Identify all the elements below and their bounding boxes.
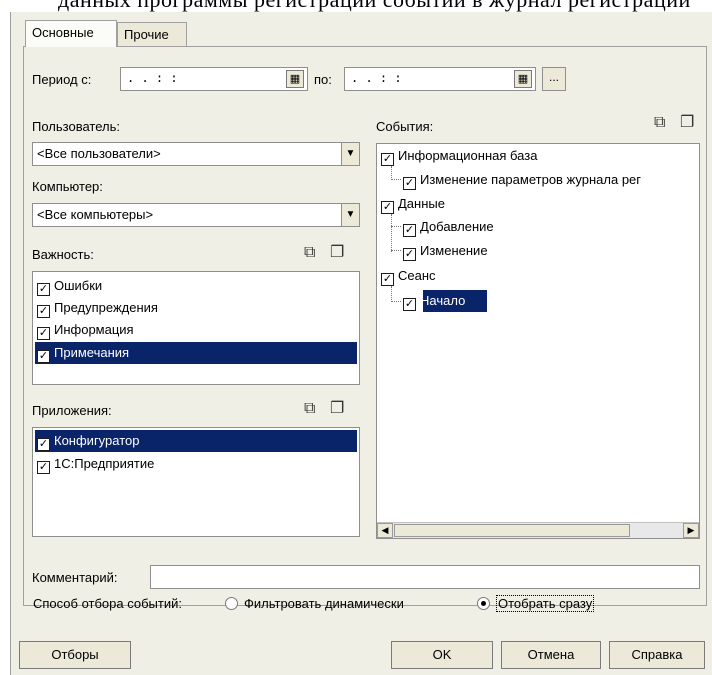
tree-connector [391, 214, 392, 252]
list-item[interactable]: ✓ Ошибки [37, 276, 102, 296]
list-item-label: Предупреждения [54, 300, 158, 315]
radio-label: Фильтровать динамически [244, 596, 404, 611]
list-item-selected[interactable]: ✓ Примечания [37, 343, 129, 363]
list-item-label: Ошибки [54, 278, 103, 293]
radio-filter-dynamic[interactable]: Фильтровать динамически [225, 596, 404, 611]
tab-panel-main: Период с: . . : : ▦ по: . . : : ▦ ... По… [23, 46, 707, 606]
period-from-label: Период с: [32, 72, 92, 87]
events-tree: ✓ Информационная база ✓ Изменение параметр… [376, 143, 700, 539]
tree-node-label: Добавление [420, 219, 494, 234]
calendar-icon[interactable]: ▦ [286, 70, 304, 88]
importance-label: Важность: [32, 247, 94, 262]
list-item-selected[interactable]: ✓ Конфигуратор [37, 431, 139, 451]
period-to-field[interactable]: . . : : [344, 67, 536, 91]
tree-connector [391, 226, 401, 227]
tree-connector [391, 179, 401, 180]
calendar-icon[interactable]: ▦ [514, 70, 532, 88]
radio-button[interactable] [477, 597, 490, 610]
tree-node-label: Изменение параметров журнала рег [420, 172, 642, 187]
checkbox[interactable]: ✓ [381, 201, 394, 214]
list-item[interactable]: ✓ 1С:Предприятие [37, 454, 154, 474]
radio-select-now[interactable]: Отобрать сразу [477, 595, 595, 612]
checkbox[interactable]: ✓ [381, 273, 394, 286]
list-item-label: Информация [54, 322, 134, 337]
checkbox[interactable]: ✓ [37, 283, 50, 296]
chevron-down-icon[interactable]: ▼ [341, 204, 359, 226]
scrollbar-thumb[interactable] [394, 524, 630, 537]
user-label: Пользователь: [32, 119, 120, 134]
checkbox[interactable]: ✓ [403, 177, 416, 190]
check-all-icon[interactable]: ⧉ [304, 245, 315, 261]
filters-button[interactable]: Отборы [19, 641, 131, 669]
computer-label: Компьютер: [32, 179, 103, 194]
period-to-label: по: [314, 72, 332, 87]
period-from-field[interactable]: . . : : [120, 67, 308, 91]
period-to-value: . . : : [351, 71, 402, 85]
tree-node-selected[interactable]: ✓ Начало [403, 291, 465, 311]
event-log-filter-dialog: Основные Прочие Период с: . . : : ▦ по: … [10, 12, 712, 675]
tree-node-label: Изменение [420, 243, 488, 258]
events-label: События: [376, 119, 434, 134]
checkbox[interactable]: ✓ [403, 248, 416, 261]
uncheck-all-icon[interactable]: ❐ [330, 401, 344, 417]
tree-node[interactable]: ✓ Данные [381, 194, 445, 214]
computer-select[interactable]: <Все компьютеры> ▼ [32, 203, 360, 227]
horizontal-scrollbar[interactable]: ◀ ▶ [377, 522, 699, 538]
tree-node[interactable]: ✓ Информационная база [381, 146, 537, 166]
checkbox[interactable]: ✓ [37, 461, 50, 474]
applications-label: Приложения: [32, 403, 112, 418]
tree-node[interactable]: ✓ Добавление [403, 217, 494, 237]
tree-node[interactable]: ✓ Изменение [403, 241, 488, 261]
checkbox[interactable]: ✓ [37, 305, 50, 318]
list-item[interactable]: ✓ Информация [37, 320, 134, 340]
list-item-label: 1С:Предприятие [54, 456, 155, 471]
list-item-label: Конфигуратор [54, 433, 140, 448]
checkbox[interactable]: ✓ [381, 153, 394, 166]
check-all-icon[interactable]: ⧉ [654, 115, 665, 131]
tab-main[interactable]: Основные [25, 20, 117, 47]
tree-node[interactable]: ✓ Изменение параметров журнала рег [403, 170, 641, 190]
tree-node-label: Сеанс [398, 268, 436, 283]
comment-input[interactable] [150, 565, 700, 589]
tree-connector [391, 166, 392, 180]
tree-connector [391, 250, 401, 251]
tree-node-label: Данные [398, 196, 445, 211]
comment-label: Комментарий: [32, 570, 118, 585]
tree-node-label: Информационная база [398, 148, 538, 163]
radio-button[interactable] [225, 597, 238, 610]
checkbox[interactable]: ✓ [403, 224, 416, 237]
checkbox[interactable]: ✓ [403, 298, 416, 311]
user-select-value: <Все пользователи> [37, 146, 161, 161]
uncheck-all-icon[interactable]: ❐ [330, 245, 344, 261]
importance-list: ✓ Ошибки ✓ Предупреждения ✓ Информация ✓ При… [32, 271, 360, 385]
tree-node[interactable]: ✓ Сеанс [381, 266, 436, 286]
checkbox[interactable]: ✓ [37, 327, 50, 340]
applications-list: ✓ Конфигуратор ✓ 1С:Предприятие [32, 427, 360, 537]
checkbox[interactable]: ✓ [37, 438, 50, 451]
period-from-value: . . : : [127, 71, 178, 85]
selection-method-label: Способ отбора событий: [33, 596, 182, 611]
chevron-down-icon[interactable]: ▼ [341, 143, 359, 165]
computer-select-value: <Все компьютеры> [37, 207, 154, 222]
tree-connector [391, 286, 392, 302]
check-all-icon[interactable]: ⧉ [304, 401, 315, 417]
uncheck-all-icon[interactable]: ❐ [680, 115, 694, 131]
radio-label: Отобрать сразу [496, 595, 595, 612]
cancel-button[interactable]: Отмена [501, 641, 601, 669]
background-text-strip: данных программы регистрации событий в ж… [0, 0, 712, 12]
background-text: данных программы регистрации событий в ж… [58, 0, 691, 12]
tab-other[interactable]: Прочие [117, 22, 187, 46]
period-more-button[interactable]: ... [542, 67, 566, 91]
tree-node-label: Начало [420, 293, 466, 308]
list-item[interactable]: ✓ Предупреждения [37, 298, 158, 318]
user-select[interactable]: <Все пользователи> ▼ [32, 142, 360, 166]
list-item-label: Примечания [54, 345, 130, 360]
scroll-left-icon[interactable]: ◀ [377, 523, 393, 538]
help-button[interactable]: Справка [609, 641, 705, 669]
tree-connector [391, 301, 401, 302]
scroll-right-icon[interactable]: ▶ [683, 523, 699, 538]
checkbox[interactable]: ✓ [37, 350, 50, 363]
ok-button[interactable]: OK [391, 641, 493, 669]
